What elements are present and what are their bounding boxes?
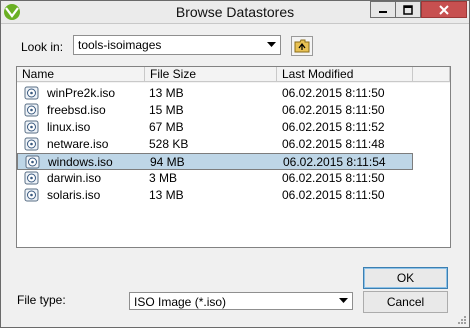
column-header-name[interactable]: Name — [17, 67, 145, 82]
file-modified: 06.02.2015 8:11:50 — [282, 103, 385, 117]
file-row[interactable]: winPre2k.iso 13 MB 06.02.2015 8:11:50 — [17, 85, 413, 102]
file-list[interactable]: Name File Size Last Modified winPre2k.is… — [16, 66, 451, 248]
file-row[interactable]: windows.iso 94 MB 06.02.2015 8:11:54 — [17, 153, 413, 170]
file-name: linux.iso — [47, 120, 91, 134]
iso-disc-icon — [24, 137, 39, 151]
column-header-last-modified[interactable]: Last Modified — [277, 67, 413, 82]
file-row[interactable]: linux.iso 67 MB 06.02.2015 8:11:52 — [17, 119, 413, 136]
file-name: windows.iso — [48, 155, 113, 169]
minimize-button[interactable] — [370, 1, 396, 18]
iso-disc-icon — [24, 103, 39, 117]
file-modified: 06.02.2015 8:11:50 — [282, 171, 385, 185]
resize-grip-icon[interactable] — [456, 314, 467, 325]
column-header-filler — [413, 67, 450, 82]
minimize-icon — [379, 10, 387, 13]
file-row[interactable]: netware.iso 528 KB 06.02.2015 8:11:48 — [17, 136, 413, 153]
file-size: 3 MB — [149, 171, 178, 185]
file-name: darwin.iso — [47, 171, 102, 185]
file-modified: 06.02.2015 8:11:52 — [282, 120, 385, 134]
look-in-label: Look in: — [21, 40, 64, 54]
ok-button[interactable]: OK — [363, 267, 448, 289]
maximize-button[interactable] — [395, 1, 421, 18]
look-in-dropdown[interactable]: tools-isoimages — [73, 35, 281, 55]
file-name: netware.iso — [47, 137, 109, 151]
file-modified: 06.02.2015 8:11:48 — [282, 137, 385, 151]
iso-disc-icon — [24, 120, 39, 134]
file-size: 15 MB — [149, 103, 184, 117]
file-modified: 06.02.2015 8:11:50 — [282, 86, 385, 100]
chevron-down-icon[interactable] — [335, 294, 351, 308]
file-size: 13 MB — [149, 188, 184, 202]
file-row[interactable]: solaris.iso 13 MB 06.02.2015 8:11:50 — [17, 187, 413, 204]
file-modified: 06.02.2015 8:11:50 — [282, 188, 385, 202]
browse-datastores-dialog: Browse Datastores Look in: tools-isoimag… — [0, 0, 470, 328]
file-type-dropdown[interactable]: ISO Image (*.iso) — [129, 292, 353, 310]
column-header-file-size[interactable]: File Size — [145, 67, 277, 82]
iso-disc-icon — [24, 171, 39, 185]
chevron-down-icon[interactable] — [263, 37, 279, 53]
title-bar[interactable]: Browse Datastores — [1, 1, 469, 24]
folder-up-icon — [294, 39, 310, 53]
maximize-icon — [403, 4, 413, 15]
file-name: solaris.iso — [47, 188, 101, 202]
close-button[interactable] — [421, 1, 467, 18]
file-size: 528 KB — [149, 137, 189, 151]
file-modified: 06.02.2015 8:11:54 — [283, 155, 386, 169]
file-name: winPre2k.iso — [47, 86, 116, 100]
file-row[interactable]: darwin.iso 3 MB 06.02.2015 8:11:50 — [17, 170, 413, 187]
file-size: 13 MB — [149, 86, 184, 100]
file-size: 94 MB — [150, 155, 185, 169]
file-type-value: ISO Image (*.iso) — [134, 295, 227, 309]
file-size: 67 MB — [149, 120, 184, 134]
iso-disc-icon — [24, 86, 39, 100]
file-row[interactable]: freebsd.iso 15 MB 06.02.2015 8:11:50 — [17, 102, 413, 119]
close-icon — [439, 4, 449, 15]
iso-disc-icon — [25, 155, 40, 169]
file-type-label: File type: — [17, 293, 66, 307]
file-name: freebsd.iso — [47, 103, 106, 117]
iso-disc-icon — [24, 188, 39, 202]
up-one-level-button[interactable] — [291, 36, 313, 56]
cancel-button[interactable]: Cancel — [363, 291, 448, 313]
look-in-value: tools-isoimages — [78, 38, 162, 52]
list-header: Name File Size Last Modified — [17, 67, 450, 83]
